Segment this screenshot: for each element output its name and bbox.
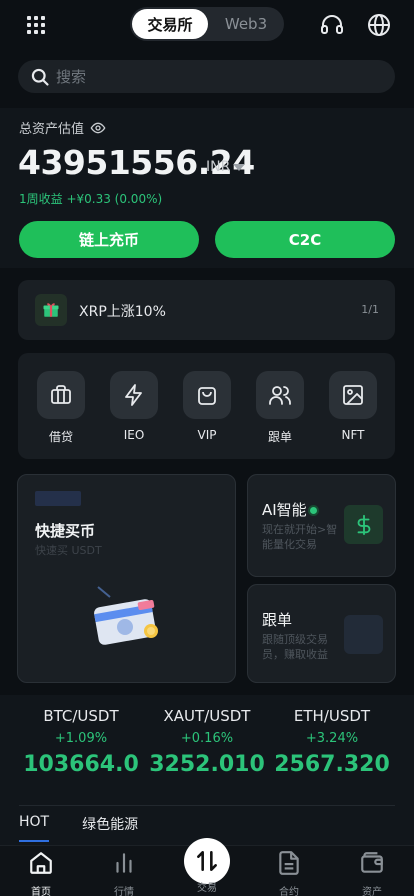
copy-card-title: 跟单	[262, 611, 293, 629]
tab-assets[interactable]: 资产	[342, 850, 402, 896]
quick-buy-subtitle: 快速买 USDT	[35, 544, 102, 557]
wallet-icon	[361, 852, 383, 873]
eye-icon[interactable]	[90, 120, 106, 136]
tab-label: 资产	[362, 887, 382, 896]
ticker-btc[interactable]: BTC/USDT +1.09% 103664.0	[12, 707, 150, 777]
ticker-xaut[interactable]: XAUT/USDT +0.16% 3252.010	[138, 707, 276, 777]
tab-contract[interactable]: 合约	[259, 850, 319, 896]
headset-icon[interactable]	[320, 13, 344, 37]
c2c-button[interactable]: C2C	[215, 221, 395, 258]
shortcut-label: NFT	[341, 428, 365, 442]
tab-label: 行情	[114, 887, 134, 896]
currency-label: INR	[206, 159, 231, 175]
tab-markets[interactable]: 行情	[94, 850, 154, 896]
market-tabs: HOT 绿色能源	[19, 814, 171, 842]
shortcut-label: 借贷	[48, 430, 73, 444]
quick-buy-title: 快捷买币	[35, 522, 96, 540]
ticker-change: +3.24%	[305, 731, 359, 746]
contract-icon	[279, 851, 299, 875]
tab-green-energy[interactable]: 绿色能源	[82, 814, 138, 834]
shortcut-nft[interactable]: NFT	[329, 371, 377, 442]
ai-trading-card[interactable]: AI智能 现在就开始>智能量化交易	[247, 474, 396, 577]
top-bar: 交易所 Web3	[0, 0, 414, 50]
shortcut-grid: 借贷 IEO VIP 跟单 NFT	[18, 353, 395, 459]
shortcut-label: 跟单	[267, 430, 292, 444]
shortcut-copy-trade[interactable]: 跟单	[256, 371, 304, 445]
tab-home[interactable]: 首页	[11, 850, 71, 896]
copy-trade-icon	[344, 615, 383, 654]
shortcut-label: VIP	[197, 428, 217, 442]
total-asset-label: 总资产估值	[19, 122, 85, 137]
asset-panel: 总资产估值 43951556.24 INR 1周收益 +¥0.33 (0.00%…	[0, 108, 414, 268]
swap-icon	[197, 851, 217, 871]
ai-card-title: AI智能	[262, 501, 307, 519]
asset-label-row: 总资产估值	[19, 118, 106, 137]
grid-icon[interactable]	[27, 16, 45, 34]
live-dot-icon	[309, 507, 317, 514]
bag-icon	[198, 387, 216, 405]
shortcut-label: IEO	[123, 428, 145, 442]
bottom-tab-bar: 首页 行情 交易 合约 资产	[0, 838, 414, 896]
chart-icon	[116, 853, 132, 873]
announcement-pager: 1/1	[361, 303, 379, 316]
caret-down-icon	[233, 163, 246, 171]
users-icon	[269, 386, 291, 405]
announcement-text: XRP上涨10%	[79, 304, 166, 320]
tab-exchange[interactable]: 交易所	[132, 9, 208, 39]
announcement-banner[interactable]: XRP上涨10% 1/1	[18, 280, 395, 340]
ticker-eth[interactable]: ETH/USDT +3.24% 2567.320	[263, 707, 401, 777]
wallet-icon	[51, 385, 71, 404]
ticker-pair: ETH/USDT	[293, 707, 371, 725]
tab-hot[interactable]: HOT	[19, 814, 50, 842]
ticker-price: 103664.0	[23, 752, 139, 777]
ticker-change: +0.16%	[180, 731, 234, 746]
copy-card-subtitle: 跟随顶级交易员，赚取收益	[262, 633, 328, 661]
market-panel: BTC/USDT +1.09% 103664.0 XAUT/USDT +0.16…	[0, 695, 414, 845]
dollar-icon	[344, 505, 383, 544]
ai-card-subtitle: 现在就开始>智能量化交易	[262, 523, 338, 551]
tab-web3[interactable]: Web3	[210, 9, 282, 39]
shortcut-loan[interactable]: 借贷	[37, 371, 85, 445]
shortcut-ieo[interactable]: IEO	[110, 371, 158, 442]
quick-buy-card[interactable]: 快捷买币 快速买 USDT	[17, 474, 236, 683]
tab-label: 首页	[31, 887, 51, 896]
search-bar[interactable]: 搜索	[18, 60, 395, 93]
tab-trade-label-wrap: 交易	[177, 879, 237, 894]
tab-trade[interactable]	[184, 838, 230, 884]
tab-label: 合约	[279, 887, 299, 896]
globe-icon[interactable]	[367, 13, 391, 37]
ticker-price: 3252.010	[149, 752, 265, 777]
ticker-pair: BTC/USDT	[43, 707, 119, 725]
deposit-button[interactable]: 链上充币	[19, 221, 199, 258]
lightning-icon	[125, 384, 142, 406]
card-illustration-icon	[94, 586, 158, 645]
ticker-price: 2567.320	[274, 752, 390, 777]
image-icon	[343, 385, 363, 405]
currency-selector[interactable]: INR	[206, 159, 246, 175]
home-icon	[30, 852, 52, 874]
shortcut-vip[interactable]: VIP	[183, 371, 231, 442]
ai-card-title-row: AI智能	[262, 499, 317, 520]
divider	[19, 805, 395, 806]
search-placeholder: 搜索	[56, 68, 87, 86]
quick-buy-tag	[35, 491, 81, 506]
weekly-profit: 1周收益 +¥0.33 (0.00%)	[19, 192, 163, 206]
gift-icon	[35, 294, 67, 326]
ticker-pair: XAUT/USDT	[163, 707, 251, 725]
copy-trade-card[interactable]: 跟单 跟随顶级交易员，赚取收益	[247, 584, 396, 683]
ticker-change: +1.09%	[54, 731, 108, 746]
search-icon	[31, 68, 49, 86]
tab-label: 交易	[197, 883, 217, 894]
exchange-switch: 交易所 Web3	[130, 7, 284, 41]
